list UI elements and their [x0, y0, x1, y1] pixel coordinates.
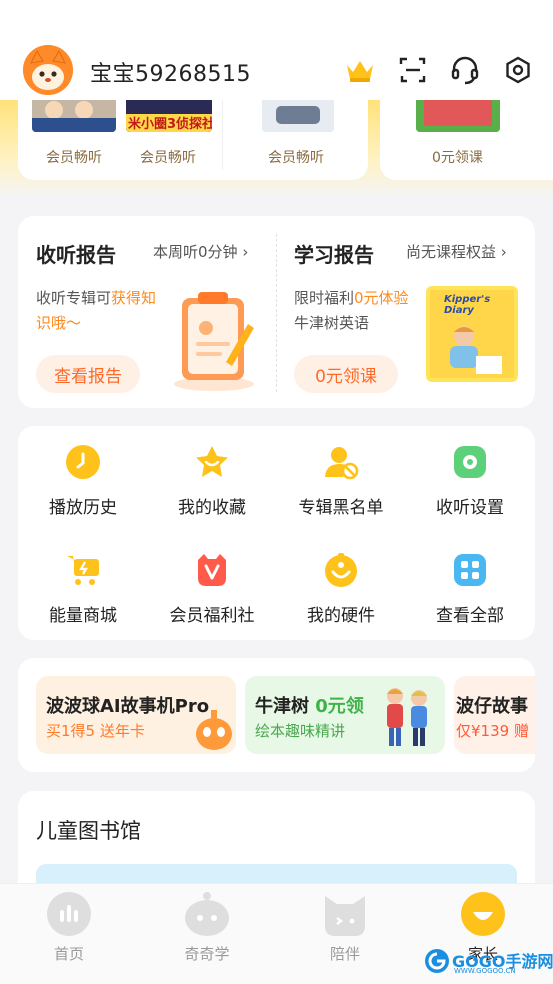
report-description: 收听专辑可获得知识哦～ — [36, 286, 176, 336]
menu-label: 我的收藏 — [178, 498, 246, 518]
promo-subtitle: 仅¥139 赠 — [456, 722, 529, 740]
album-badge: 米小圈3侦探社 — [128, 117, 212, 132]
username: 宝宝59268515 — [90, 62, 251, 87]
view-report-button[interactable]: 查看报告 — [36, 355, 140, 393]
menu-label: 会员福利社 — [169, 606, 255, 626]
book-title: Kipper's Diary — [444, 294, 491, 316]
clock-icon — [65, 444, 101, 480]
cat-icon — [321, 890, 369, 938]
promo-subtitle: 买1得5 送年卡 — [46, 722, 145, 740]
menu-my-hardware[interactable]: 我的硬件 — [276, 552, 406, 626]
menu-vip-welfare[interactable]: 会员福利社 — [147, 552, 277, 626]
promo-title: 牛津树 0元领 — [255, 692, 364, 718]
report-title: 收听报告 — [36, 243, 116, 267]
device-icon — [323, 552, 359, 588]
desc-text: 牛津树英语 — [294, 314, 370, 332]
album-cover[interactable]: 米小圈3侦探社 — [126, 100, 212, 132]
tab-label: 奇奇学 — [184, 945, 230, 963]
menu-album-blacklist[interactable]: 专辑黑名单 — [276, 444, 406, 518]
vip-card-listen[interactable]: 米小圈3侦探社 会员畅听 会员畅听 会员畅听 — [18, 100, 368, 180]
chevron-right-icon: › — [242, 243, 249, 261]
menu-label: 收听设置 — [436, 498, 504, 518]
library-title: 儿童图书馆 — [36, 819, 141, 843]
vip-label: 会员畅听 — [46, 150, 102, 166]
robot-mascot-icon — [196, 710, 232, 750]
report-meta[interactable]: 本周听0分钟 › — [153, 241, 248, 262]
tab-home[interactable]: 首页 — [24, 890, 114, 964]
star-icon — [194, 444, 230, 480]
promo-title-text: 牛津树 — [255, 696, 316, 717]
robot-icon — [183, 890, 231, 938]
watermark-url: WWW.GOGOO.CN — [454, 967, 516, 975]
promo-bobo-story[interactable]: 波仔故事 仅¥139 赠 — [454, 676, 535, 754]
course-status: 尚无课程权益 — [406, 243, 497, 261]
album-cover[interactable] — [262, 100, 334, 132]
grid-icon — [452, 552, 488, 588]
promo-title: 波波球AI故事机Pro — [46, 696, 210, 717]
vip-label: 会员畅听 — [268, 150, 324, 166]
watermark-logo: GOGO手游网 WWW.GOGOO.CN — [424, 946, 553, 978]
top-bar: 宝宝59268515 — [0, 0, 553, 100]
divider — [276, 234, 277, 392]
menu-label: 专辑黑名单 — [298, 498, 384, 518]
menu-view-all[interactable]: 查看全部 — [405, 552, 535, 626]
menu-card: 播放历史 我的收藏 专辑黑名单 收听设置 能量商城 会员福利社 我的硬件 查看全… — [18, 426, 535, 640]
menu-label: 能量商城 — [49, 606, 117, 626]
listen-minutes: 本周听0分钟 — [153, 243, 238, 261]
desc-highlight: 识哦～ — [36, 314, 82, 332]
promo-story-machine[interactable]: 波波球AI故事机Pro 买1得5 送年卡 — [36, 676, 236, 754]
menu-energy-shop[interactable]: 能量商城 — [18, 552, 148, 626]
promo-oxford-tree[interactable]: 牛津树 0元领 绘本趣味精讲 — [245, 676, 445, 754]
menu-play-history[interactable]: 播放历史 — [18, 444, 148, 518]
vip-label: 会员畅听 — [140, 150, 196, 166]
chevron-right-icon: › — [500, 243, 507, 261]
menu-listen-settings[interactable]: 收听设置 — [405, 444, 535, 518]
promo-title-highlight: 0元领 — [315, 696, 364, 717]
kids-illustration — [387, 688, 427, 746]
tab-qiqi-learn[interactable]: 奇奇学 — [162, 890, 252, 964]
vip-gift-icon — [194, 552, 230, 588]
settings-icon[interactable] — [501, 53, 535, 87]
desc-highlight: 获得知 — [111, 289, 157, 307]
crown-icon[interactable] — [343, 53, 377, 87]
parent-icon — [459, 890, 507, 938]
album-cover[interactable] — [32, 100, 116, 132]
clipboard-illustration — [168, 282, 260, 392]
vip-card-course[interactable]: 0元领课 — [380, 100, 553, 180]
book-cover[interactable]: Kipper's Diary — [426, 286, 518, 382]
vip-label: 0元领课 — [432, 150, 483, 166]
tab-companion[interactable]: 陪伴 — [300, 890, 390, 964]
desc-highlight: 0元体验 — [354, 289, 409, 307]
scan-icon[interactable] — [396, 53, 430, 87]
headset-icon[interactable] — [448, 53, 482, 87]
menu-favorites[interactable]: 我的收藏 — [147, 444, 277, 518]
promo-subtitle: 绘本趣味精讲 — [255, 722, 346, 740]
speaker-settings-icon — [452, 444, 488, 480]
cart-icon — [65, 552, 101, 588]
course-cover[interactable] — [416, 100, 500, 132]
menu-label: 我的硬件 — [307, 606, 375, 626]
block-user-icon — [323, 444, 359, 480]
tab-label: 陪伴 — [329, 945, 360, 963]
report-meta[interactable]: 尚无课程权益 › — [406, 241, 507, 262]
report-title: 学习报告 — [294, 243, 374, 267]
avatar[interactable] — [23, 45, 73, 95]
menu-label: 查看全部 — [436, 606, 504, 626]
desc-text: 限时福利 — [294, 289, 355, 307]
home-icon — [45, 890, 93, 938]
desc-text: 收听专辑可 — [36, 289, 112, 307]
menu-label: 播放历史 — [49, 498, 117, 518]
divider — [222, 100, 223, 170]
report-description: 限时福利0元体验牛津树英语 — [294, 286, 434, 336]
tab-label: 首页 — [53, 945, 84, 963]
reports-card: 收听报告 本周听0分钟 › 收听专辑可获得知 识哦～ 查看报告 学习报告 尚无课… — [18, 216, 535, 408]
promo-title: 波仔故事 — [456, 696, 528, 717]
free-course-button[interactable]: 0元领课 — [294, 355, 398, 393]
